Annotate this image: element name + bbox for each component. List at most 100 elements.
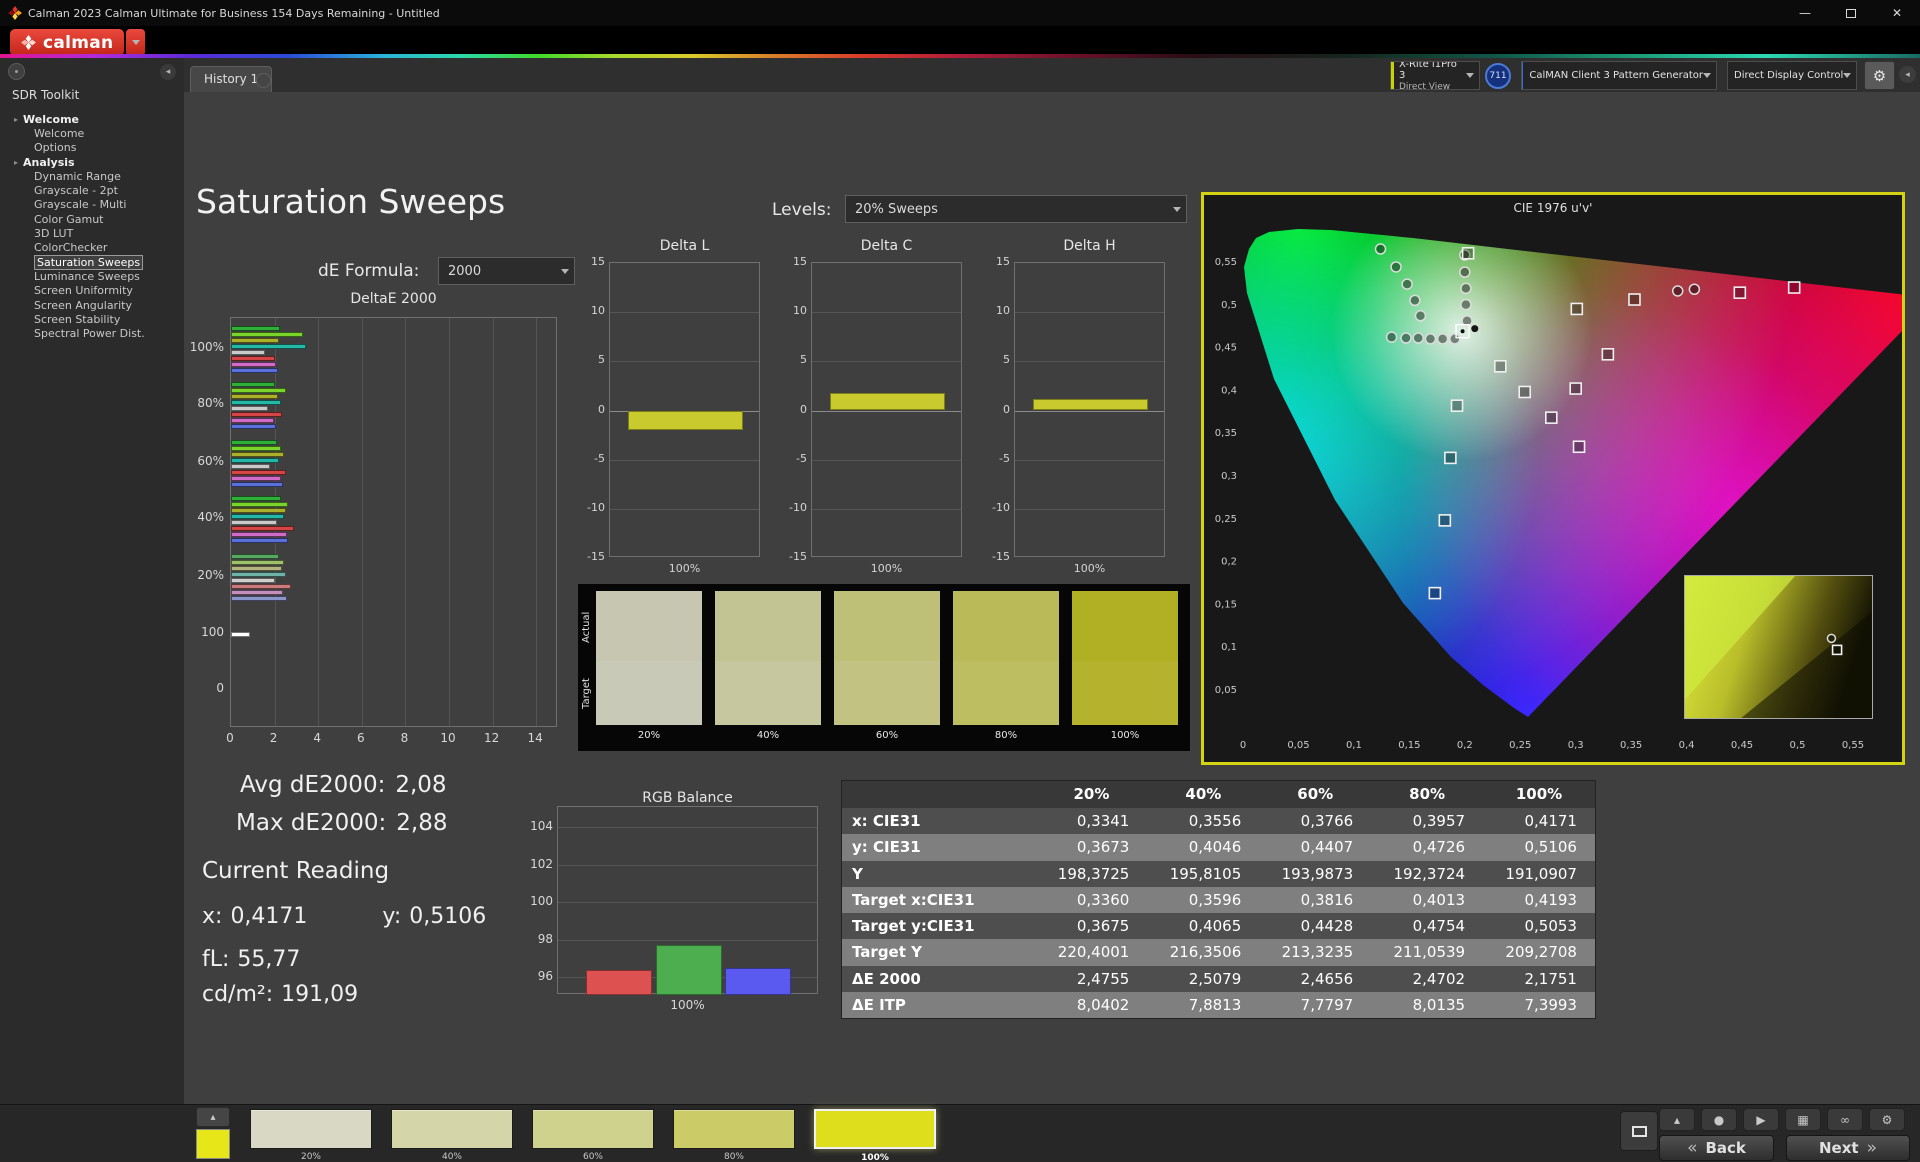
table-cell: 220,4001	[1035, 939, 1147, 965]
levels-select[interactable]: 20% Sweeps	[845, 195, 1187, 223]
patch-swatch-40[interactable]: 40%	[391, 1109, 513, 1149]
sidebar-item-colorchecker[interactable]: ColorChecker	[0, 241, 184, 255]
collapse-meter-bar-button[interactable]: ◂	[1899, 66, 1916, 83]
delta-bar	[830, 393, 945, 411]
sidebar-item-dynamic-range[interactable]: Dynamic Range	[0, 169, 184, 183]
patch-swatch-80[interactable]: 80%	[673, 1109, 795, 1149]
patch-swatch-label: 100%	[816, 1153, 934, 1162]
target-swatch	[596, 661, 702, 725]
sidebar-item-options[interactable]: Options	[0, 141, 184, 155]
table-cell: 7,7797	[1259, 992, 1371, 1018]
measured-point	[1391, 262, 1401, 272]
rgb-bar	[586, 970, 652, 996]
measured-point	[1402, 279, 1412, 289]
patch-swatch-60[interactable]: 60%	[532, 1109, 654, 1149]
gridline	[536, 318, 537, 726]
patch-up-button[interactable]: ▴	[196, 1107, 230, 1127]
axis-tick-label: 96	[509, 969, 553, 983]
axis-tick-label: 80%	[150, 396, 224, 410]
table-cell: 0,4046	[1147, 834, 1259, 860]
sidebar-item-color-gamut[interactable]: Color Gamut	[0, 212, 184, 226]
sidebar-item-screen-angularity[interactable]: Screen Angularity	[0, 298, 184, 312]
link-button[interactable]: ∞	[1827, 1108, 1863, 1131]
logo-menu-button[interactable]	[126, 29, 145, 56]
sidebar-item-3d-lut[interactable]: 3D LUT	[0, 226, 184, 240]
eject-button[interactable]: ▴	[1659, 1108, 1695, 1131]
delta-l-title: Delta L	[609, 238, 760, 254]
patch-swatch-100[interactable]: 100%	[814, 1109, 936, 1149]
pattern-icon: ▦	[1797, 1113, 1808, 1127]
pattern-button[interactable]: ▦	[1785, 1108, 1821, 1131]
display-control-selector[interactable]: Direct Display Control	[1727, 61, 1857, 90]
axis-tick-label: -5	[566, 452, 605, 465]
gridline	[1015, 509, 1164, 510]
gridline	[812, 411, 961, 412]
axis-tick-label: -10	[566, 501, 605, 514]
minimize-button[interactable]: —	[1782, 0, 1828, 26]
table-cell: 0,4428	[1259, 913, 1371, 939]
gridline	[610, 361, 759, 362]
deltae-bar	[231, 440, 277, 445]
sidebar-menu-button[interactable]	[8, 63, 25, 80]
chevron-down-icon	[132, 40, 140, 45]
pattern-window-button[interactable]	[1620, 1111, 1658, 1151]
target-point	[1429, 588, 1440, 599]
settings-button[interactable]: ⚙	[1864, 61, 1895, 90]
rgb-bar	[725, 968, 791, 995]
deltae-bar	[231, 446, 281, 451]
patch-swatch-20[interactable]: 20%	[250, 1109, 372, 1149]
sidebar-item-grayscale-multi[interactable]: Grayscale - Multi	[0, 198, 184, 212]
de-formula-select[interactable]: 2000	[438, 257, 575, 285]
sidebar-item-screen-uniformity[interactable]: Screen Uniformity	[0, 284, 184, 298]
history-extra-button[interactable]	[256, 73, 271, 88]
back-button[interactable]: « Back	[1659, 1135, 1774, 1161]
delta-l-y-axis: 151050-5-10-15	[566, 262, 605, 557]
axis-tick-label: 0	[150, 681, 224, 695]
sidebar-category-welcome[interactable]: Welcome	[0, 112, 184, 126]
measured-point	[1410, 295, 1420, 305]
gridline	[812, 361, 961, 362]
cie-inset-zoom	[1684, 575, 1873, 719]
target-swatch	[953, 661, 1059, 725]
deltae-bar	[231, 356, 275, 361]
table-header-cell	[842, 781, 1036, 808]
axis-tick-label: 0	[1240, 740, 1246, 751]
deltae-chart-title: DeltaE 2000	[230, 291, 557, 307]
settings-button[interactable]: ⚙	[1869, 1108, 1905, 1131]
sidebar-collapse-button[interactable]: ◂	[160, 64, 176, 80]
target-point	[1445, 452, 1456, 463]
deltae-bar	[231, 368, 278, 373]
delta-h-plot	[1014, 262, 1165, 557]
table-cell: 0,3766	[1259, 808, 1371, 834]
close-button[interactable]: ✕	[1874, 0, 1920, 26]
next-button[interactable]: Next »	[1786, 1135, 1910, 1161]
axis-tick-label: 0,4	[1679, 740, 1695, 751]
sidebar-item-saturation-sweeps[interactable]: Saturation Sweeps	[0, 255, 184, 269]
pattern-generator-selector[interactable]: CalMAN Client 3 Pattern Generator	[1521, 61, 1717, 90]
sidebar-item-welcome[interactable]: Welcome	[0, 126, 184, 140]
target-point	[1734, 287, 1745, 298]
patch-swatch-label: 60%	[533, 1152, 653, 1162]
sidebar-item-grayscale-2pt[interactable]: Grayscale - 2pt	[0, 183, 184, 197]
delta-h-title: Delta H	[1014, 238, 1165, 254]
record-button[interactable]: ●	[1701, 1108, 1737, 1131]
settings-icon: ⚙	[1882, 1113, 1893, 1127]
table-cell: 216,3506	[1147, 939, 1259, 965]
maximize-button[interactable]	[1828, 0, 1874, 26]
meter-selector[interactable]: X-Rite i1Pro 3 Direct View	[1390, 61, 1480, 90]
gridline	[610, 312, 759, 313]
sidebar-item-luminance-sweeps[interactable]: Luminance Sweeps	[0, 269, 184, 283]
table-cell: 0,3360	[1035, 887, 1147, 913]
play-button[interactable]: ▶	[1743, 1108, 1779, 1131]
table-header-cell: 80%	[1371, 781, 1483, 808]
measured-point	[1460, 267, 1470, 277]
levels-value: 20% Sweeps	[855, 202, 938, 217]
sidebar-label: Dynamic Range	[34, 170, 121, 183]
table-row: ΔE 20002,47552,50792,46562,47022,1751	[842, 966, 1595, 992]
table-cell: 8,0135	[1371, 992, 1483, 1018]
gridline	[558, 865, 817, 866]
sidebar-category-analysis[interactable]: Analysis	[0, 155, 184, 169]
record-icon: ●	[1714, 1113, 1724, 1127]
axis-tick-label: 0	[768, 403, 807, 416]
axis-tick-label: 0,45	[1731, 740, 1753, 751]
